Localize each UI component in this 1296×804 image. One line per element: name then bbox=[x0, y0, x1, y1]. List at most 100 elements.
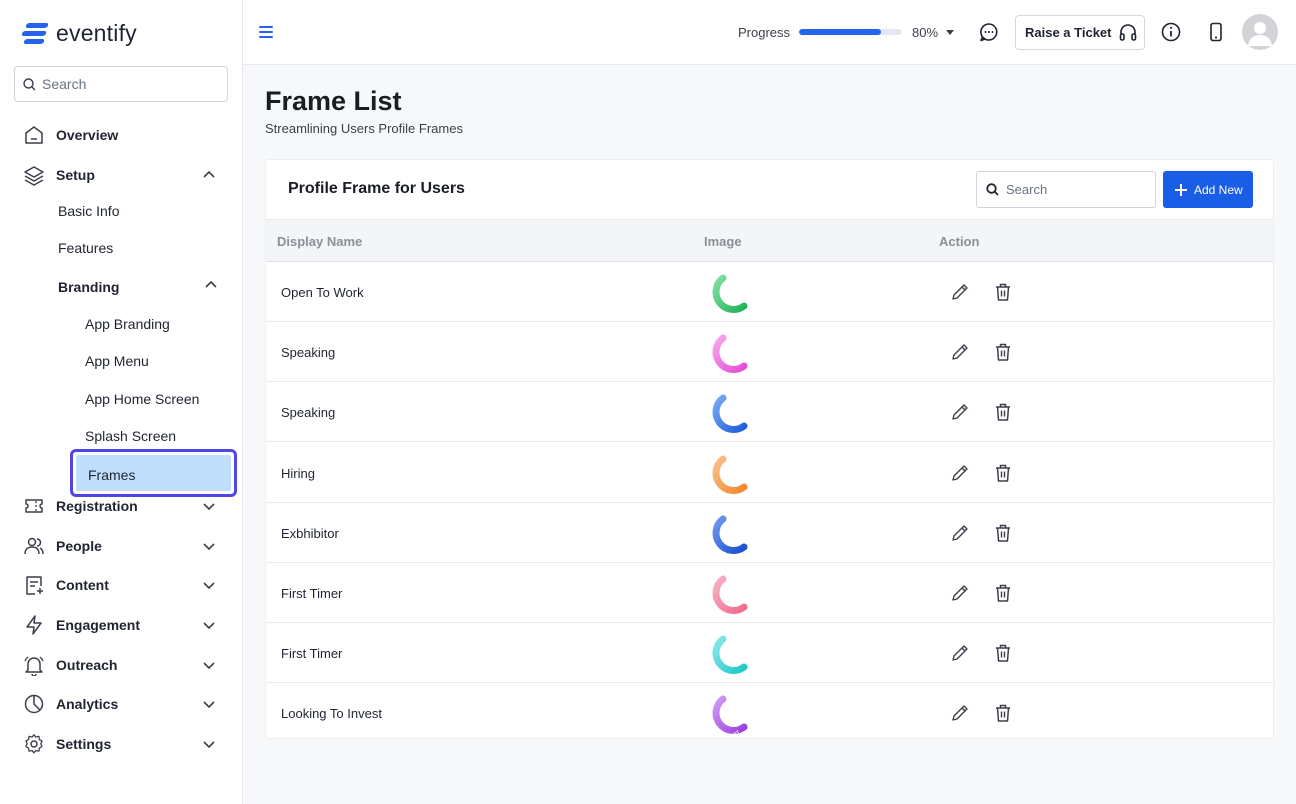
nav-overview[interactable]: Overview bbox=[0, 117, 243, 153]
nav-branding[interactable]: Branding bbox=[58, 279, 119, 295]
frame-list-card: Profile Frame for Users Add New Display … bbox=[265, 159, 1274, 739]
frame-image: EXHIBITOR bbox=[706, 515, 748, 556]
trash-icon[interactable] bbox=[994, 583, 1012, 603]
nav-app-menu[interactable]: App Menu bbox=[85, 353, 149, 369]
nav-outreach[interactable]: Outreach bbox=[0, 647, 243, 683]
chevron-down-icon bbox=[203, 582, 215, 590]
nav-frames-highlight: Frames bbox=[76, 455, 231, 491]
logo-icon bbox=[21, 21, 50, 47]
frame-display-name: Looking To Invest bbox=[281, 706, 382, 722]
edit-icon[interactable] bbox=[950, 282, 970, 302]
svg-text:HIRING: HIRING bbox=[706, 469, 713, 488]
nav-basic-info[interactable]: Basic Info bbox=[58, 203, 119, 219]
trash-icon[interactable] bbox=[994, 643, 1012, 663]
chevron-down-icon bbox=[203, 503, 215, 511]
nav-features[interactable]: Features bbox=[58, 240, 113, 256]
trash-icon[interactable] bbox=[994, 282, 1012, 302]
page-subtitle: Streamlining Users Profile Frames bbox=[265, 121, 463, 136]
card-search[interactable] bbox=[976, 171, 1156, 208]
frame-image: FIRST TIMER bbox=[706, 575, 748, 618]
sidebar-search-input[interactable] bbox=[42, 76, 222, 92]
frame-display-name: Speaking bbox=[281, 405, 336, 421]
chevron-down-icon bbox=[203, 622, 215, 630]
raise-ticket-button[interactable]: Raise a Ticket bbox=[1015, 15, 1145, 50]
caret-down-icon[interactable] bbox=[946, 30, 954, 35]
users-icon bbox=[23, 535, 45, 557]
sidebar-search[interactable] bbox=[14, 66, 228, 102]
chat-icon[interactable] bbox=[978, 21, 1000, 43]
nav-splash-screen[interactable]: Splash Screen bbox=[85, 428, 176, 444]
mobile-icon[interactable] bbox=[1205, 21, 1227, 43]
nav-settings-label: Settings bbox=[56, 736, 112, 752]
pie-chart-icon bbox=[23, 693, 45, 715]
lightning-icon bbox=[23, 614, 45, 636]
frame-display-name: Exbhibitor bbox=[281, 525, 339, 541]
card-title: Profile Frame for Users bbox=[288, 180, 465, 197]
search-icon bbox=[23, 77, 36, 90]
topbar: Progress 80% Raise a Ticket bbox=[243, 0, 1296, 65]
progress-fill bbox=[799, 29, 882, 35]
nav-engagement-label: Engagement bbox=[56, 617, 141, 633]
trash-icon[interactable] bbox=[994, 523, 1012, 543]
nav-engagement[interactable]: Engagement bbox=[0, 607, 243, 643]
card-search-input[interactable] bbox=[1006, 182, 1146, 197]
raise-ticket-label: Raise a Ticket bbox=[1025, 25, 1112, 40]
edit-icon[interactable] bbox=[950, 703, 970, 723]
nav-content[interactable]: Content bbox=[0, 567, 243, 603]
home-icon bbox=[23, 124, 45, 146]
column-action: Action bbox=[939, 234, 980, 249]
nav-frames-label: Frames bbox=[88, 467, 136, 483]
headset-icon bbox=[1120, 23, 1137, 41]
table-row: Hiring HIRING bbox=[266, 442, 1273, 503]
trash-icon[interactable] bbox=[994, 703, 1012, 723]
nav-people[interactable]: People bbox=[0, 528, 243, 564]
user-avatar-icon bbox=[1248, 22, 1272, 46]
column-display-name: Display Name bbox=[277, 234, 363, 249]
frame-display-name: Speaking bbox=[281, 345, 336, 361]
add-new-button[interactable]: Add New bbox=[1163, 171, 1253, 208]
gear-icon bbox=[23, 733, 45, 755]
table-row: First Timer FIRST TIMER bbox=[266, 563, 1273, 623]
plus-icon bbox=[1175, 183, 1187, 196]
nav-settings[interactable]: Settings bbox=[0, 726, 243, 762]
edit-icon[interactable] bbox=[950, 523, 970, 543]
trash-icon[interactable] bbox=[994, 342, 1012, 362]
logo[interactable]: eventify bbox=[21, 20, 137, 47]
progress-percent: 80% bbox=[912, 25, 939, 40]
edit-icon[interactable] bbox=[950, 643, 970, 663]
page-title: Frame List bbox=[265, 86, 402, 116]
info-icon[interactable] bbox=[1160, 21, 1182, 43]
progress-label: Progress bbox=[738, 25, 791, 40]
document-add-icon bbox=[23, 574, 45, 596]
nav-app-branding[interactable]: App Branding bbox=[85, 316, 170, 332]
menu-icon[interactable] bbox=[259, 26, 273, 38]
trash-icon[interactable] bbox=[994, 463, 1012, 483]
avatar[interactable] bbox=[1242, 14, 1278, 50]
frame-image: HIRING bbox=[706, 455, 748, 494]
nav-content-label: Content bbox=[56, 577, 109, 593]
logo-text: eventify bbox=[56, 20, 137, 46]
edit-icon[interactable] bbox=[950, 583, 970, 603]
trash-icon[interactable] bbox=[994, 402, 1012, 422]
frame-caption: HIRING bbox=[706, 469, 713, 488]
chevron-down-icon bbox=[203, 741, 215, 749]
chevron-down-icon bbox=[203, 701, 215, 709]
edit-icon[interactable] bbox=[950, 342, 970, 362]
table-row: Speaking IM SPEAKING bbox=[266, 382, 1273, 443]
nav-app-home-screen[interactable]: App Home Screen bbox=[85, 391, 199, 407]
search-icon bbox=[986, 183, 999, 196]
table-row: Exbhibitor EXHIBITOR bbox=[266, 502, 1273, 563]
progress-bar bbox=[799, 29, 902, 35]
table-header: Display Name Image Action bbox=[266, 219, 1273, 262]
nav-setup[interactable]: Setup bbox=[0, 157, 243, 193]
edit-icon[interactable] bbox=[950, 402, 970, 422]
layers-icon bbox=[23, 164, 45, 186]
nav-analytics[interactable]: Analytics bbox=[0, 686, 243, 722]
nav-registration[interactable]: Registration bbox=[0, 488, 243, 524]
frame-image: OPEN TO WORK bbox=[706, 274, 748, 318]
edit-icon[interactable] bbox=[950, 463, 970, 483]
chevron-up-icon[interactable] bbox=[203, 277, 219, 293]
frame-display-name: First Timer bbox=[281, 646, 343, 662]
nav-analytics-label: Analytics bbox=[56, 696, 119, 712]
frame-image: IM SPEAKING bbox=[706, 334, 748, 378]
